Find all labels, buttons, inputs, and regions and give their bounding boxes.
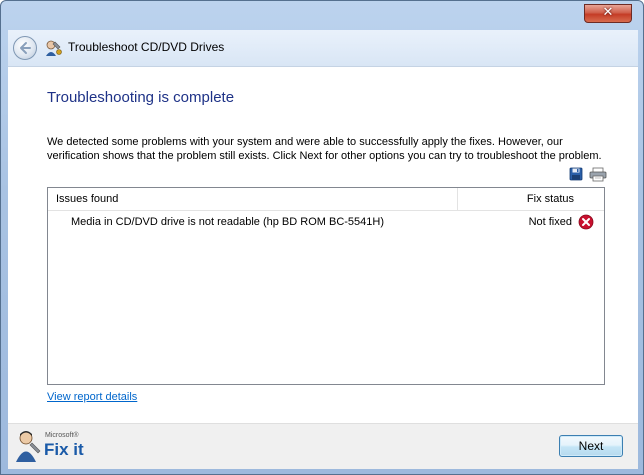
window-frame: ✕ Troubleshoot CD/DVD Drives Troubleshoo… [0,0,644,475]
column-header-fix-status[interactable]: Fix status [527,193,574,205]
troubleshooter-icon [46,40,62,56]
column-separator [457,188,458,210]
footer-bar: Microsoft® Fix it Next [8,423,638,469]
view-report-details-link[interactable]: View report details [47,391,137,403]
result-description: We detected some problems with your syst… [47,136,602,162]
close-button[interactable]: ✕ [584,4,632,23]
back-button[interactable] [13,36,37,60]
error-icon [578,214,594,230]
content-panel: Troubleshooting is complete We detected … [8,66,638,424]
table-row[interactable]: Media in CD/DVD drive is not readable (h… [48,211,604,233]
fixit-logo: Microsoft® Fix it [14,427,92,465]
page-heading: Troubleshooting is complete [47,89,235,106]
fixit-wordmark: Fix it [44,440,84,459]
table-header: Issues found Fix status [48,188,604,211]
print-icon[interactable] [589,167,607,182]
save-icon[interactable] [569,167,583,181]
fixit-mascot-icon [16,431,41,462]
next-button[interactable]: Next [559,435,623,457]
issues-table: Issues found Fix status Media in CD/DVD … [47,187,605,385]
back-arrow-icon [20,42,31,54]
issue-text: Media in CD/DVD drive is not readable (h… [71,216,385,228]
column-header-issues[interactable]: Issues found [56,193,118,205]
fix-status-text: Not fixed [528,216,572,228]
microsoft-wordmark: Microsoft® [45,432,79,439]
window-title: Troubleshoot CD/DVD Drives [68,40,225,54]
header-bar: Troubleshoot CD/DVD Drives [8,30,638,66]
